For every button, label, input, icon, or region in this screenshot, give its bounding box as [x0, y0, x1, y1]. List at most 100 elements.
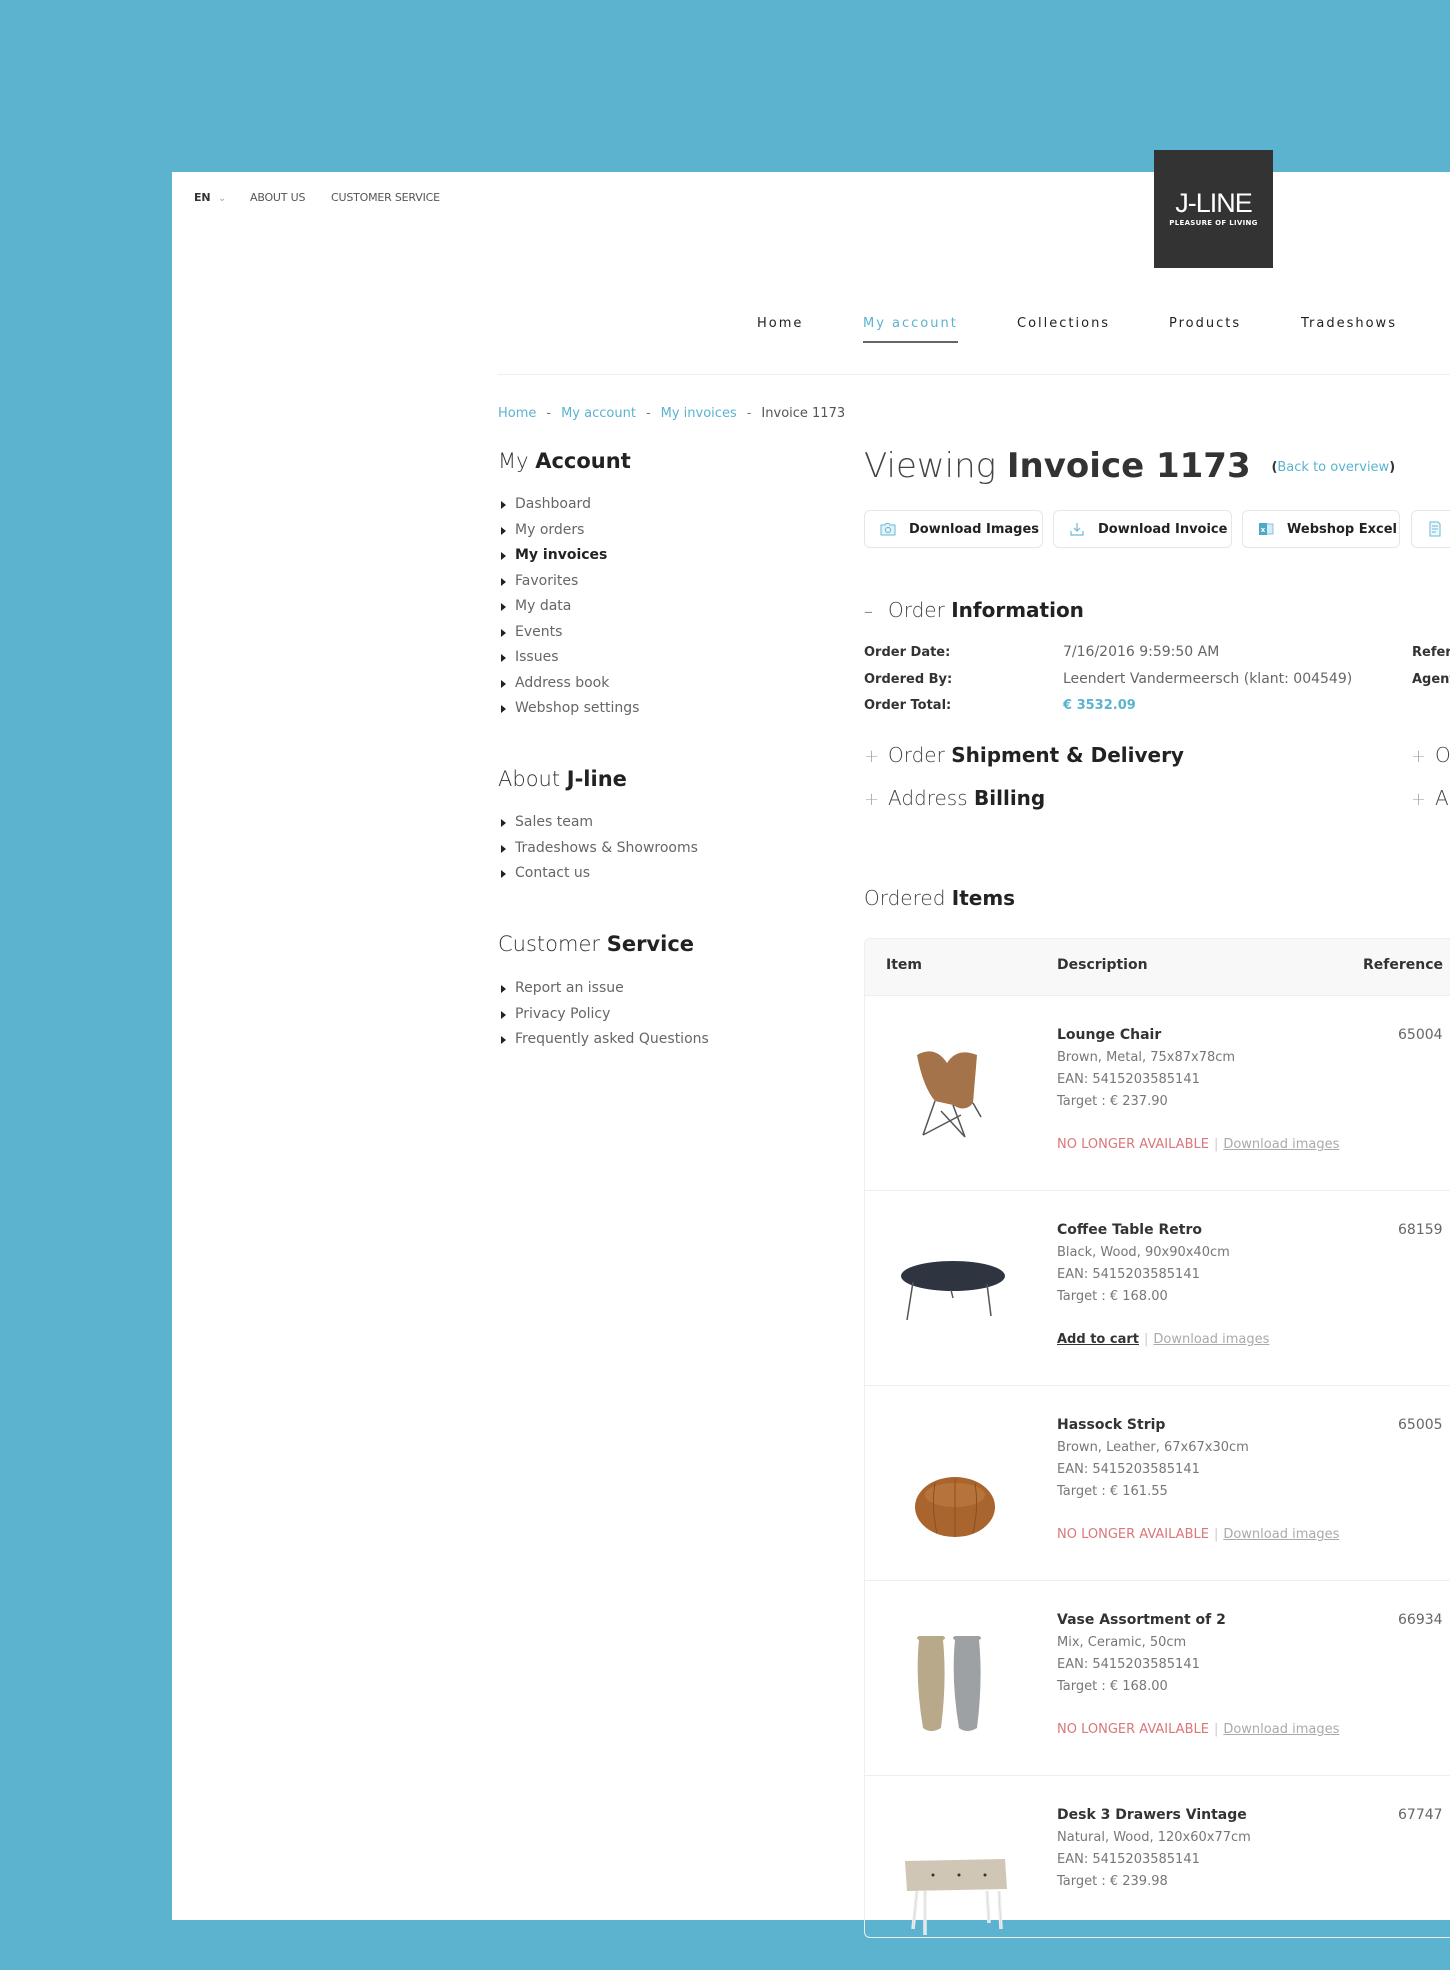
- sidebar-item-address-book[interactable]: Address book: [498, 671, 639, 697]
- product-image-desk[interactable]: [895, 1805, 1015, 1937]
- page-title: Viewing Invoice 1173 (Back to overview): [864, 446, 1395, 486]
- ordered-items-heading: Ordered Items: [864, 886, 1015, 910]
- separator: |: [1213, 1137, 1219, 1152]
- product-ean: EAN: 5415203585141: [1057, 1462, 1200, 1477]
- sidebar-about-list: Sales team Tradeshows & Showrooms Contac…: [498, 810, 698, 887]
- product-spec: Brown, Leather, 67x67x30cm: [1057, 1440, 1249, 1455]
- heading-light: Customer: [498, 932, 601, 956]
- add-to-cart-link[interactable]: Add to cart: [1057, 1332, 1139, 1347]
- product-name[interactable]: Lounge Chair: [1057, 1027, 1161, 1043]
- document-icon: [1427, 521, 1443, 537]
- right-section-toggle-2[interactable]: + A: [1411, 786, 1449, 810]
- download-images-link[interactable]: Download images: [1223, 1527, 1339, 1542]
- table-header: Item Description Reference: [865, 939, 1450, 996]
- heading-light: A: [1435, 786, 1449, 810]
- product-ean: EAN: 5415203585141: [1057, 1657, 1200, 1672]
- product-image-hassock[interactable]: [895, 1415, 1015, 1545]
- logo-tagline: PLEASURE OF LIVING: [1169, 219, 1258, 227]
- table-row: Vase Assortment of 2 Mix, Ceramic, 50cm …: [865, 1580, 1450, 1776]
- sidebar-item-contact-us[interactable]: Contact us: [498, 861, 698, 887]
- sidebar-heading-about: About J-line: [498, 767, 627, 791]
- heading-light: Order: [888, 743, 945, 767]
- unavailable-badge: NO LONGER AVAILABLE: [1057, 1527, 1209, 1542]
- separator: |: [1213, 1722, 1219, 1737]
- product-spec: Black, Wood, 90x90x40cm: [1057, 1245, 1230, 1260]
- sidebar-item-dashboard[interactable]: Dashboard: [498, 492, 639, 518]
- product-target: Target : € 168.00: [1057, 1289, 1168, 1304]
- sidebar-item-privacy-policy[interactable]: Privacy Policy: [498, 1002, 709, 1028]
- breadcrumb-my-account[interactable]: My account: [561, 406, 636, 421]
- heading-bold: Items: [951, 886, 1016, 910]
- download-images-button[interactable]: Download Images: [864, 510, 1043, 548]
- column-header-item: Item: [886, 957, 922, 973]
- nav-home[interactable]: Home: [757, 316, 803, 331]
- product-spec: Mix, Ceramic, 50cm: [1057, 1635, 1187, 1650]
- logo[interactable]: J-LINE PLEASURE OF LIVING: [1154, 150, 1273, 268]
- sidebar-item-my-orders[interactable]: My orders: [498, 518, 639, 544]
- nav-products[interactable]: Products: [1169, 316, 1241, 331]
- breadcrumb-home[interactable]: Home: [498, 406, 536, 421]
- download-images-link[interactable]: Download images: [1223, 1722, 1339, 1737]
- button-label: Download Invoice: [1098, 521, 1228, 537]
- language-selector[interactable]: EN ⌄: [194, 191, 226, 204]
- right-section-toggle-1[interactable]: + O: [1411, 743, 1450, 767]
- column-header-reference: Reference: [1363, 957, 1444, 973]
- product-image-lounge-chair[interactable]: [895, 1025, 1015, 1155]
- address-billing-toggle[interactable]: + Address Billing: [864, 786, 1045, 810]
- table-row: Lounge Chair Brown, Metal, 75x87x78cm EA…: [865, 995, 1450, 1191]
- agent-label: Agent: [1412, 672, 1450, 687]
- download-images-link[interactable]: Download images: [1153, 1332, 1269, 1347]
- product-name[interactable]: Vase Assortment of 2: [1057, 1612, 1226, 1628]
- ordered-by-value: Leendert Vandermeersch (klant: 004549): [1063, 671, 1353, 687]
- table-row: Hassock Strip Brown, Leather, 67x67x30cm…: [865, 1385, 1450, 1581]
- product-image-coffee-table[interactable]: [895, 1220, 1015, 1350]
- product-reference: 68159: [1398, 1222, 1443, 1238]
- product-name[interactable]: Hassock Strip: [1057, 1417, 1165, 1433]
- heading-light: My: [498, 449, 529, 473]
- nav-tradeshows[interactable]: Tradeshows: [1301, 316, 1397, 331]
- download-invoice-button[interactable]: Download Invoice: [1053, 510, 1232, 548]
- ordered-items-table: Item Description Reference Lounge Chair …: [864, 938, 1450, 1938]
- sidebar-item-sales-team[interactable]: Sales team: [498, 810, 698, 836]
- product-spec: Brown, Metal, 75x87x78cm: [1057, 1050, 1236, 1065]
- sidebar-service-list: Report an issue Privacy Policy Frequentl…: [498, 976, 709, 1053]
- sidebar-item-favorites[interactable]: Favorites: [498, 569, 639, 595]
- ordered-by-label: Ordered By:: [864, 672, 953, 687]
- sidebar-item-tradeshows-showrooms[interactable]: Tradeshows & Showrooms: [498, 836, 698, 862]
- sidebar-account-list: Dashboard My orders My invoices Favorite…: [498, 492, 639, 722]
- topbar-link-customer-service[interactable]: CUSTOMER SERVICE: [331, 191, 440, 204]
- order-information-toggle[interactable]: – Order Information: [864, 598, 1084, 622]
- sidebar-item-events[interactable]: Events: [498, 620, 639, 646]
- sidebar-item-my-invoices[interactable]: My invoices: [498, 543, 639, 569]
- heading-bold: Billing: [974, 786, 1046, 810]
- table-row: Coffee Table Retro Black, Wood, 90x90x40…: [865, 1190, 1450, 1386]
- product-ean: EAN: 5415203585141: [1057, 1267, 1200, 1282]
- nav-collections[interactable]: Collections: [1017, 316, 1110, 331]
- sidebar-item-my-data[interactable]: My data: [498, 594, 639, 620]
- product-reference: 65005: [1398, 1417, 1443, 1433]
- heading-light: O: [1435, 743, 1450, 767]
- topbar-link-about[interactable]: ABOUT US: [250, 191, 305, 204]
- product-actions: NO LONGER AVAILABLE | Download images: [1057, 1722, 1339, 1737]
- breadcrumb-my-invoices[interactable]: My invoices: [661, 406, 737, 421]
- sidebar-item-issues[interactable]: Issues: [498, 645, 639, 671]
- sidebar-item-report-issue[interactable]: Report an issue: [498, 976, 709, 1002]
- order-date-value: 7/16/2016 9:59:50 AM: [1063, 644, 1220, 660]
- sidebar-item-webshop-settings[interactable]: Webshop settings: [498, 696, 639, 722]
- back-to-overview-link[interactable]: Back to overview: [1277, 460, 1389, 475]
- header-divider: [498, 374, 1450, 375]
- webshop-excel-button[interactable]: x Webshop Excel: [1242, 510, 1400, 548]
- sidebar-item-faq[interactable]: Frequently asked Questions: [498, 1027, 709, 1053]
- product-target: Target : € 237.90: [1057, 1094, 1168, 1109]
- nav-my-account[interactable]: My account: [863, 316, 958, 331]
- download-images-link[interactable]: Download images: [1223, 1137, 1339, 1152]
- product-name[interactable]: Coffee Table Retro: [1057, 1222, 1202, 1238]
- product-image-vases[interactable]: [895, 1610, 1015, 1740]
- chevron-down-icon: ⌄: [218, 194, 226, 204]
- product-name[interactable]: Desk 3 Drawers Vintage: [1057, 1807, 1247, 1823]
- shipment-delivery-toggle[interactable]: + Order Shipment & Delivery: [864, 743, 1184, 767]
- order-total-value: € 3532.09: [1063, 698, 1136, 713]
- unavailable-badge: NO LONGER AVAILABLE: [1057, 1722, 1209, 1737]
- document-button[interactable]: [1411, 510, 1450, 548]
- sidebar-heading-account: My Account: [498, 449, 631, 473]
